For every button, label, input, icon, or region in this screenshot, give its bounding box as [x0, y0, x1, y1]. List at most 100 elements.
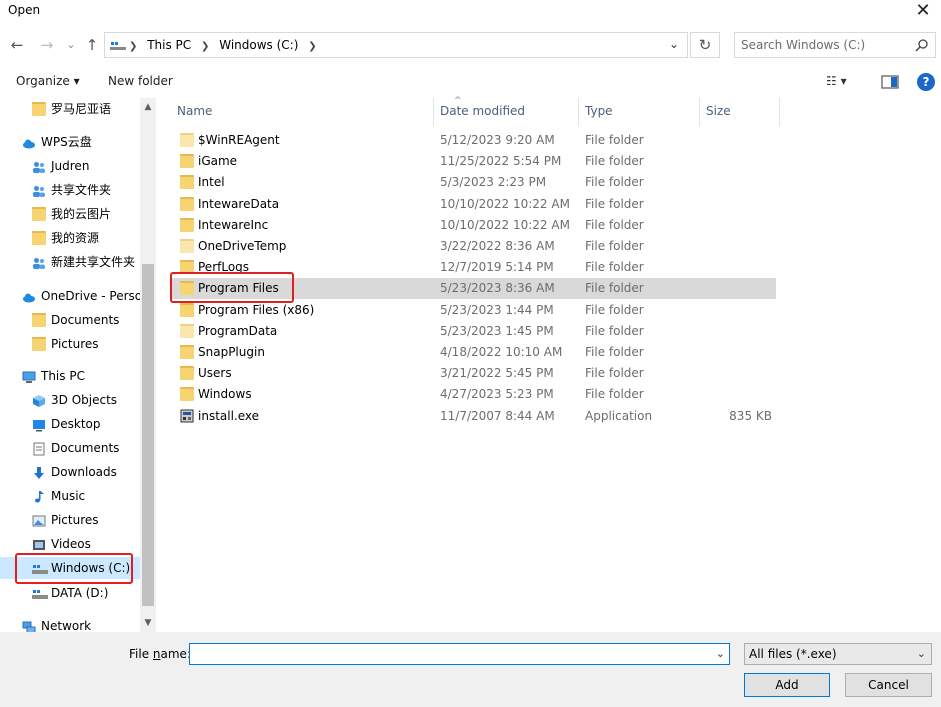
file-date: 5/23/2023 1:45 PM: [440, 323, 554, 338]
file-date: 5/3/2023 2:23 PM: [440, 175, 547, 190]
refresh-button[interactable]: ↻: [690, 32, 720, 58]
sidebar-item[interactable]: 我的云图片: [0, 203, 140, 225]
file-row[interactable]: ProgramData 5/23/2023 1:45 PM File folder: [172, 321, 776, 342]
sidebar-item[interactable]: This PC: [0, 365, 140, 387]
file-date: 10/10/2022 10:22 AM: [440, 196, 570, 211]
cube-icon: [32, 393, 46, 407]
sidebar-item[interactable]: 罗马尼亚语: [0, 98, 140, 120]
breadcrumb-windows-c[interactable]: Windows (C:): [219, 38, 298, 52]
help-button[interactable]: ?: [917, 73, 935, 91]
chevron-down-icon[interactable]: ⌄: [917, 647, 926, 660]
scroll-up-icon[interactable]: ▲: [143, 102, 153, 112]
address-bar[interactable]: ❯ This PC ❯ Windows (C:) ❯ ⌄: [104, 32, 688, 58]
sidebar-item[interactable]: WPS云盘: [0, 131, 140, 153]
column-header-name[interactable]: Name: [177, 104, 212, 118]
scroll-down-icon[interactable]: ▼: [143, 618, 153, 628]
sidebar-item[interactable]: Pictures: [0, 333, 140, 355]
file-row[interactable]: IntewareInc 10/10/2022 10:22 AM File folde…: [172, 215, 776, 236]
file-type: File folder: [585, 154, 644, 169]
sidebar-item[interactable]: Pictures: [0, 509, 140, 531]
sidebar-item[interactable]: Videos: [0, 533, 140, 555]
picture-icon: [32, 513, 46, 527]
add-button[interactable]: Add: [744, 673, 830, 697]
sidebar-item[interactable]: Documents: [0, 437, 140, 459]
sidebar-item[interactable]: 共享文件夹: [0, 179, 140, 201]
navigation-scrollbar[interactable]: ▲ ▼: [140, 98, 156, 632]
network-icon: [22, 619, 36, 632]
view-options-button[interactable]: ☷ ▾: [826, 74, 847, 88]
file-date: 4/27/2023 5:23 PM: [440, 387, 554, 402]
sidebar-item[interactable]: Music: [0, 485, 140, 507]
forward-button[interactable]: →: [38, 36, 56, 54]
breadcrumb-separator-icon: ❯: [308, 41, 317, 52]
folder-icon: [32, 313, 46, 327]
file-row[interactable]: OneDriveTemp 3/22/2022 8:36 AM File folder: [172, 236, 776, 257]
file-name-combobox[interactable]: ⌄: [189, 643, 730, 665]
chevron-down-icon[interactable]: ⌄: [716, 647, 725, 660]
address-dropdown-icon[interactable]: ⌄: [669, 37, 679, 51]
folder-light-icon: [180, 323, 194, 338]
sidebar-item[interactable]: 我的资源: [0, 227, 140, 249]
scrollbar-thumb[interactable]: [142, 264, 154, 606]
close-button[interactable]: ✕: [911, 0, 935, 24]
file-date: 5/23/2023 1:44 PM: [440, 302, 554, 317]
sidebar-item[interactable]: DATA (D:): [0, 582, 140, 604]
sidebar-item-label: OneDrive - Personal: [41, 289, 140, 303]
file-row[interactable]: Intel 5/3/2023 2:23 PM File folder: [172, 172, 776, 193]
sidebar-item[interactable]: 3D Objects: [0, 389, 140, 411]
sidebar-item-label: DATA (D:): [51, 586, 109, 600]
file-date: 5/23/2023 8:36 AM: [440, 281, 555, 296]
application-icon: [180, 409, 194, 423]
folder-icon: [180, 387, 194, 402]
search-box[interactable]: [734, 32, 936, 58]
file-date: 4/18/2022 10:10 AM: [440, 345, 563, 359]
search-icon[interactable]: [915, 38, 929, 52]
sidebar-item-label: Videos: [51, 537, 91, 551]
sidebar-item[interactable]: Downloads: [0, 461, 140, 483]
search-input[interactable]: [741, 37, 906, 53]
file-row[interactable]: SnapPlugin 4/18/2022 10:10 AM File folder: [172, 342, 776, 363]
file-name-input[interactable]: [193, 646, 703, 662]
sidebar-item[interactable]: Judren: [0, 155, 140, 177]
up-button[interactable]: ↑: [83, 36, 101, 54]
recent-locations-button[interactable]: ⌄: [62, 36, 80, 54]
column-header-date-modified[interactable]: Date modified: [440, 104, 525, 118]
sidebar-item[interactable]: Desktop: [0, 413, 140, 435]
cancel-button[interactable]: Cancel: [845, 673, 932, 697]
command-toolbar: Organize ▾ New folder ☷ ▾ ?: [0, 68, 941, 98]
file-type-filter[interactable]: All files (*.exe) ⌄: [744, 643, 932, 665]
file-row[interactable]: iGame 11/25/2022 5:54 PM File folder: [172, 151, 776, 172]
sidebar-item-label: 我的资源: [51, 231, 100, 245]
file-type: File folder: [585, 387, 644, 402]
file-type: File folder: [585, 302, 644, 317]
people-icon: [32, 255, 46, 269]
organize-button[interactable]: Organize ▾: [16, 74, 80, 88]
new-folder-button[interactable]: New folder: [108, 74, 173, 88]
file-row[interactable]: Users 3/21/2022 5:45 PM File folder: [172, 363, 776, 384]
back-button[interactable]: ←: [8, 36, 26, 54]
sidebar-item[interactable]: Documents: [0, 309, 140, 331]
file-type: File folder: [585, 281, 644, 296]
file-type: Application: [585, 408, 653, 423]
sidebar-item[interactable]: OneDrive - Personal: [0, 285, 140, 307]
file-row[interactable]: Windows 4/27/2023 5:23 PM File folder: [172, 384, 776, 405]
pc-icon: [22, 369, 36, 383]
file-name: SnapPlugin: [198, 345, 265, 359]
document-icon: [32, 441, 46, 456]
file-type: File folder: [585, 175, 644, 190]
sidebar-item-label: Downloads: [51, 465, 117, 479]
folder-icon: [180, 217, 194, 232]
sidebar-item[interactable]: Network: [0, 615, 140, 632]
cloud-icon: [22, 135, 36, 149]
highlight-program-files: [170, 272, 294, 303]
file-row[interactable]: IntewareData 10/10/2022 10:22 AM File fold…: [172, 194, 776, 215]
file-row[interactable]: install.exe 11/7/2007 8:44 AM Application 8…: [172, 406, 776, 427]
title-bar: Open ✕: [0, 0, 941, 24]
breadcrumb-this-pc[interactable]: This PC: [147, 38, 191, 52]
sidebar-item-label: Pictures: [51, 337, 99, 351]
column-header-type[interactable]: Type: [585, 104, 613, 118]
sidebar-item[interactable]: 新建共享文件夹: [0, 251, 140, 273]
file-row[interactable]: $WinREAgent 5/12/2023 9:20 AM File folder: [172, 130, 776, 151]
column-header-size[interactable]: Size: [706, 104, 731, 118]
preview-pane-icon[interactable]: [881, 75, 899, 89]
